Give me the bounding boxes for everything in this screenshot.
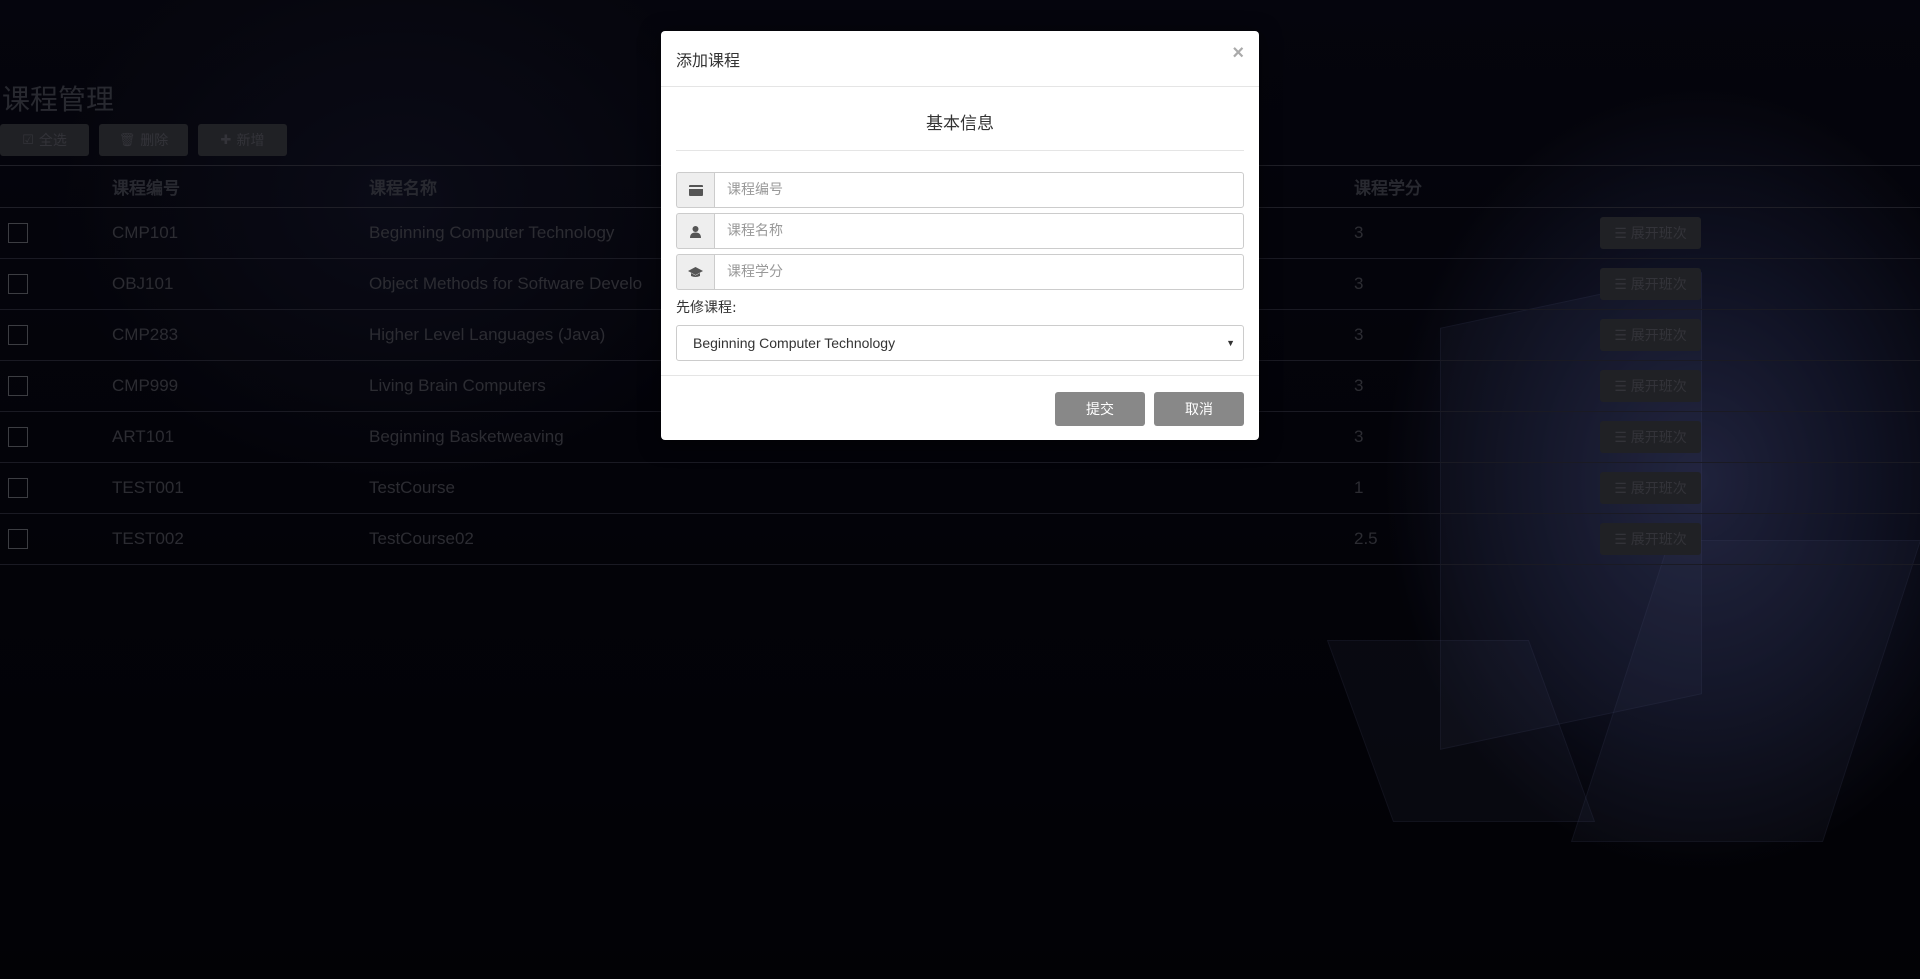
modal-title: 添加课程 <box>676 51 741 70</box>
section-divider <box>676 150 1244 151</box>
add-course-modal: 添加课程 × 基本信息 先修课程: Beginning Computer Tec… <box>661 31 1259 440</box>
course-name-group <box>676 213 1244 249</box>
course-code-input[interactable] <box>714 172 1244 208</box>
graduation-cap-icon <box>676 254 714 290</box>
section-title: 基本信息 <box>926 114 994 134</box>
chevron-down-icon: ▼ <box>1226 338 1235 348</box>
close-icon[interactable]: × <box>1232 43 1244 63</box>
prerequisite-selected-value: Beginning Computer Technology <box>693 335 896 351</box>
course-credits-group <box>676 254 1244 290</box>
course-credits-input[interactable] <box>714 254 1244 290</box>
modal-header: 添加课程 × <box>661 31 1259 87</box>
card-icon <box>676 172 714 208</box>
footer-divider <box>661 375 1259 376</box>
submit-button[interactable]: 提交 <box>1055 392 1145 426</box>
cancel-button[interactable]: 取消 <box>1154 392 1244 426</box>
prerequisite-label: 先修课程: <box>676 300 737 316</box>
prerequisite-select[interactable]: Beginning Computer Technology ▼ <box>676 325 1244 361</box>
course-code-group <box>676 172 1244 208</box>
user-icon <box>676 213 714 249</box>
course-name-input[interactable] <box>714 213 1244 249</box>
